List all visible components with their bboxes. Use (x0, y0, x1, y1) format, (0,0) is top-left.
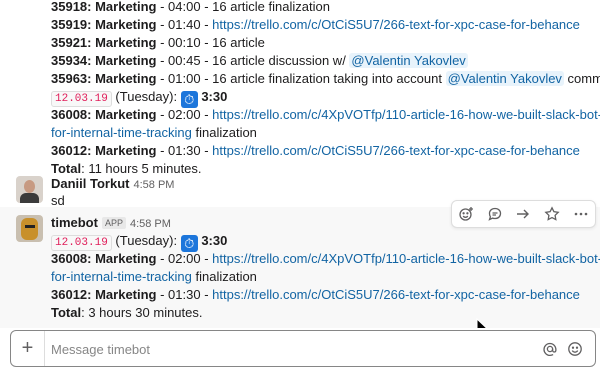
total-line: Total: 3 hours 30 minutes. (51, 304, 203, 322)
avatar[interactable] (16, 176, 43, 203)
message-header: Daniil Torkut 4:58 PM (51, 175, 174, 194)
entry-id: 35963: (51, 71, 96, 86)
list-item: 35919: Marketing - 01:40 - https://trell… (51, 16, 580, 34)
date-chip: 12.03.19 (51, 91, 112, 107)
trello-link[interactable]: https://trello.com/c/4XpVOTfp/110-articl… (212, 251, 600, 266)
list-item: 36012: Marketing - 01:30 - https://trell… (51, 286, 580, 304)
entry-id: 35934: (51, 53, 96, 68)
date-chip: 12.03.19 (51, 235, 112, 251)
entry-text: comments (567, 71, 600, 86)
entry-text: - 01:30 - (156, 287, 213, 302)
reply-thread-icon[interactable] (484, 203, 506, 225)
entry-text: - 04:00 - 16 article finalization (156, 0, 330, 14)
plus-icon[interactable]: + (11, 331, 45, 366)
entry-dept: Marketing (95, 17, 157, 32)
entry-text: - 02:00 - (156, 251, 213, 266)
message-composer: + (10, 330, 596, 367)
entry-id: 35919: (51, 17, 96, 32)
entry-text: - 01:30 - (156, 143, 213, 158)
entry-id: 36012: (51, 143, 96, 158)
trello-link[interactable]: https://trello.com/c/OtCiS5U7/266-text-f… (212, 17, 580, 32)
more-actions-icon[interactable] (570, 203, 592, 225)
list-item: 35963: Marketing - 01:00 - 16 article fi… (51, 70, 600, 88)
user-mention[interactable]: @Valentin Yakovlev (445, 71, 564, 86)
app-badge: APP (101, 217, 126, 229)
timestamp[interactable]: 4:58 PM (133, 179, 174, 191)
sender-name[interactable]: timebot (51, 215, 98, 230)
user-mention[interactable]: @Valentin Yakovlev (349, 53, 468, 68)
timestamp[interactable]: 4:58 PM (130, 218, 171, 230)
avatar-head (21, 218, 38, 240)
share-icon[interactable] (512, 203, 534, 225)
trello-link-continued[interactable]: for-internal-time-tracking (51, 125, 192, 140)
entry-dept: Marketing (95, 53, 157, 68)
entry-id: 36012: (51, 287, 96, 302)
list-item: for-internal-time-tracking finalization (51, 268, 257, 286)
day-total: 3:30 (201, 233, 228, 248)
entry-dept: Marketing (95, 107, 157, 122)
avatar[interactable] (16, 215, 43, 242)
entry-dept: Marketing (95, 0, 157, 14)
entry-id: 35918: (51, 0, 96, 14)
message-actions-toolbar (451, 200, 596, 228)
entry-text: - 00:45 - 16 article discussion w/ (156, 53, 350, 68)
sender-name[interactable]: Daniil Torkut (51, 176, 129, 191)
entry-id: 36008: (51, 251, 96, 266)
day-total: 3:30 (201, 89, 228, 104)
entry-text: - 01:00 - 16 article finalization taking… (156, 71, 446, 86)
entry-text: - 00:10 - 16 article (156, 35, 265, 50)
entry-dept: Marketing (95, 251, 157, 266)
list-item: for-internal-time-tracking finalization (51, 124, 257, 142)
trello-link[interactable]: https://trello.com/c/OtCiS5U7/266-text-f… (212, 143, 580, 158)
total-label: Total (51, 161, 82, 176)
emoji-icon[interactable] (565, 339, 584, 358)
list-item: 36012: Marketing - 01:30 - https://trell… (51, 142, 580, 160)
trello-link-continued[interactable]: for-internal-time-tracking (51, 269, 192, 284)
entry-dept: Marketing (95, 71, 157, 86)
message-input[interactable] (51, 340, 521, 358)
entry-text: finalization (191, 125, 257, 140)
star-icon[interactable] (541, 203, 563, 225)
trello-link[interactable]: https://trello.com/c/4XpVOTfp/110-articl… (212, 107, 600, 122)
message-header: timebot APP 4:58 PM (51, 214, 171, 233)
total-value: : 11 hours 5 minutes. (81, 161, 202, 176)
avatar-eye (30, 225, 35, 228)
entry-dept: Marketing (95, 287, 157, 302)
day-label: (Tuesday): (111, 233, 181, 248)
entry-id: 36008: (51, 107, 96, 122)
avatar-face (24, 180, 35, 193)
mention-icon[interactable] (540, 339, 559, 358)
entry-text: - 01:40 - (156, 17, 213, 32)
total-label: Total (51, 305, 82, 320)
entry-text: finalization (191, 269, 257, 284)
entry-id: 35921: (51, 35, 96, 50)
list-item: 36008: Marketing - 02:00 - https://trell… (51, 250, 600, 268)
avatar-shirt (20, 193, 39, 203)
entry-dept: Marketing (95, 143, 157, 158)
message-list: 35918: Marketing - 04:00 - 16 article fi… (0, 0, 600, 328)
add-reaction-icon[interactable] (455, 203, 477, 225)
mouse-cursor-icon (476, 317, 488, 328)
list-item: 35918: Marketing - 04:00 - 16 article fi… (51, 0, 330, 16)
date-line: 12.03.19 (Tuesday): ⏱ 3:30 (51, 88, 227, 108)
entry-dept: Marketing (95, 35, 157, 50)
trello-link[interactable]: https://trello.com/c/OtCiS5U7/266-text-f… (212, 287, 580, 302)
list-item: 35921: Marketing - 00:10 - 16 article (51, 34, 265, 52)
day-label: (Tuesday): (111, 89, 181, 104)
date-line: 12.03.19 (Tuesday): ⏱ 3:30 (51, 232, 227, 252)
list-item: 35934: Marketing - 00:45 - 16 article di… (51, 52, 468, 70)
list-item: 36008: Marketing - 02:00 - https://trell… (51, 106, 600, 124)
entry-text: - 02:00 - (156, 107, 213, 122)
total-value: : 3 hours 30 minutes. (81, 305, 203, 320)
